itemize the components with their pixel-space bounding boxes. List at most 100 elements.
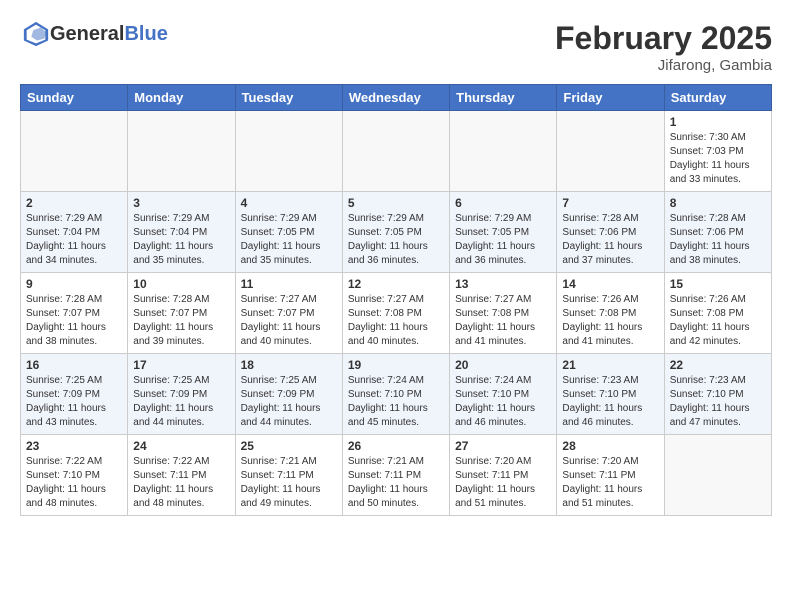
day-info: Sunrise: 7:24 AM Sunset: 7:10 PM Dayligh… [455,374,551,430]
day-number: 15 [670,277,766,291]
calendar-cell [557,111,664,192]
day-info: Sunrise: 7:28 AM Sunset: 7:06 PM Dayligh… [562,212,658,268]
day-number: 13 [455,277,551,291]
calendar-cell: 26 Sunrise: 7:21 AM Sunset: 7:11 PM Dayli… [342,435,449,516]
weekday-header-cell: Thursday [450,85,557,111]
day-info: Sunrise: 7:23 AM Sunset: 7:10 PM Dayligh… [670,374,766,430]
day-info: Sunrise: 7:29 AM Sunset: 7:05 PM Dayligh… [241,212,337,268]
calendar-week-row: 16 Sunrise: 7:25 AM Sunset: 7:09 PM Dayli… [21,354,772,435]
day-info: Sunrise: 7:20 AM Sunset: 7:11 PM Dayligh… [562,455,658,511]
calendar-cell: 24Sunrise: 7:22 AM Sunset: 7:11 PM Dayli… [128,435,235,516]
calendar-cell: 11 Sunrise: 7:27 AM Sunset: 7:07 PM Dayli… [235,273,342,354]
calendar-body: 1 Sunrise: 7:30 AM Sunset: 7:03 PM Daylig… [21,111,772,516]
day-info: Sunrise: 7:24 AM Sunset: 7:10 PM Dayligh… [348,374,444,430]
day-number: 16 [26,358,122,372]
calendar-cell: 16 Sunrise: 7:25 AM Sunset: 7:09 PM Dayli… [21,354,128,435]
day-number: 23 [26,439,122,453]
day-info: Sunrise: 7:22 AM Sunset: 7:11 PM Dayligh… [133,455,229,511]
calendar-cell: 2 Sunrise: 7:29 AM Sunset: 7:04 PM Daylig… [21,192,128,273]
calendar-cell: 8 Sunrise: 7:28 AM Sunset: 7:06 PM Daylig… [664,192,771,273]
day-number: 4 [241,196,337,210]
day-info: Sunrise: 7:21 AM Sunset: 7:11 PM Dayligh… [348,455,444,511]
day-number: 28 [562,439,658,453]
day-info: Sunrise: 7:30 AM Sunset: 7:03 PM Dayligh… [670,131,766,187]
weekday-header-row: SundayMondayTuesdayWednesdayThursdayFrid… [21,85,772,111]
calendar-cell: 6Sunrise: 7:29 AM Sunset: 7:05 PM Daylig… [450,192,557,273]
calendar-cell [235,111,342,192]
day-number: 19 [348,358,444,372]
day-info: Sunrise: 7:27 AM Sunset: 7:08 PM Dayligh… [348,293,444,349]
calendar-cell: 22 Sunrise: 7:23 AM Sunset: 7:10 PM Dayli… [664,354,771,435]
day-number: 2 [26,196,122,210]
calendar-cell: 17 Sunrise: 7:25 AM Sunset: 7:09 PM Dayli… [128,354,235,435]
calendar-week-row: 2 Sunrise: 7:29 AM Sunset: 7:04 PM Daylig… [21,192,772,273]
day-number: 20 [455,358,551,372]
calendar-cell: 14Sunrise: 7:26 AM Sunset: 7:08 PM Dayli… [557,273,664,354]
day-info: Sunrise: 7:26 AM Sunset: 7:08 PM Dayligh… [562,293,658,349]
day-info: Sunrise: 7:23 AM Sunset: 7:10 PM Dayligh… [562,374,658,430]
calendar-cell [664,435,771,516]
calendar-cell: 13 Sunrise: 7:27 AM Sunset: 7:08 PM Dayli… [450,273,557,354]
calendar-week-row: 23 Sunrise: 7:22 AM Sunset: 7:10 PM Dayli… [21,435,772,516]
day-info: Sunrise: 7:20 AM Sunset: 7:11 PM Dayligh… [455,455,551,511]
calendar-cell: 18 Sunrise: 7:25 AM Sunset: 7:09 PM Dayli… [235,354,342,435]
day-info: Sunrise: 7:25 AM Sunset: 7:09 PM Dayligh… [241,374,337,430]
day-number: 18 [241,358,337,372]
calendar-cell: 19 Sunrise: 7:24 AM Sunset: 7:10 PM Dayli… [342,354,449,435]
day-number: 26 [348,439,444,453]
day-number: 10 [133,277,229,291]
calendar-cell: 9Sunrise: 7:28 AM Sunset: 7:07 PM Daylig… [21,273,128,354]
calendar-cell: 5 Sunrise: 7:29 AM Sunset: 7:05 PM Daylig… [342,192,449,273]
day-info: Sunrise: 7:26 AM Sunset: 7:08 PM Dayligh… [670,293,766,349]
month-year-title: February 2025 [555,20,772,57]
calendar-cell [21,111,128,192]
logo-icon [22,20,50,48]
calendar-week-row: 9Sunrise: 7:28 AM Sunset: 7:07 PM Daylig… [21,273,772,354]
weekday-header-cell: Sunday [21,85,128,111]
day-number: 7 [562,196,658,210]
weekday-header-cell: Wednesday [342,85,449,111]
calendar-cell: 10 Sunrise: 7:28 AM Sunset: 7:07 PM Dayli… [128,273,235,354]
calendar-cell: 1 Sunrise: 7:30 AM Sunset: 7:03 PM Daylig… [664,111,771,192]
day-info: Sunrise: 7:29 AM Sunset: 7:04 PM Dayligh… [133,212,229,268]
day-number: 8 [670,196,766,210]
header-row: GeneralBlue February 2025 Jifarong, Gamb… [20,20,772,74]
day-number: 1 [670,115,766,129]
calendar-cell: 20 Sunrise: 7:24 AM Sunset: 7:10 PM Dayli… [450,354,557,435]
logo-general: General [50,23,124,45]
day-number: 5 [348,196,444,210]
day-info: Sunrise: 7:28 AM Sunset: 7:06 PM Dayligh… [670,212,766,268]
day-info: Sunrise: 7:28 AM Sunset: 7:07 PM Dayligh… [26,293,122,349]
calendar-week-row: 1 Sunrise: 7:30 AM Sunset: 7:03 PM Daylig… [21,111,772,192]
calendar-cell: 4 Sunrise: 7:29 AM Sunset: 7:05 PM Daylig… [235,192,342,273]
calendar-cell [342,111,449,192]
day-info: Sunrise: 7:27 AM Sunset: 7:08 PM Dayligh… [455,293,551,349]
weekday-header-cell: Saturday [664,85,771,111]
logo-blue: Blue [124,23,167,45]
day-info: Sunrise: 7:29 AM Sunset: 7:04 PM Dayligh… [26,212,122,268]
day-number: 22 [670,358,766,372]
calendar-cell: 27Sunrise: 7:20 AM Sunset: 7:11 PM Dayli… [450,435,557,516]
day-info: Sunrise: 7:22 AM Sunset: 7:10 PM Dayligh… [26,455,122,511]
day-number: 3 [133,196,229,210]
day-info: Sunrise: 7:28 AM Sunset: 7:07 PM Dayligh… [133,293,229,349]
day-info: Sunrise: 7:21 AM Sunset: 7:11 PM Dayligh… [241,455,337,511]
day-info: Sunrise: 7:25 AM Sunset: 7:09 PM Dayligh… [26,374,122,430]
calendar-cell: 21 Sunrise: 7:23 AM Sunset: 7:10 PM Dayli… [557,354,664,435]
day-info: Sunrise: 7:25 AM Sunset: 7:09 PM Dayligh… [133,374,229,430]
day-info: Sunrise: 7:27 AM Sunset: 7:07 PM Dayligh… [241,293,337,349]
day-number: 21 [562,358,658,372]
weekday-header-cell: Friday [557,85,664,111]
day-info: Sunrise: 7:29 AM Sunset: 7:05 PM Dayligh… [348,212,444,268]
day-number: 17 [133,358,229,372]
calendar-cell: 7 Sunrise: 7:28 AM Sunset: 7:06 PM Daylig… [557,192,664,273]
day-number: 25 [241,439,337,453]
logo: GeneralBlue [20,20,168,48]
calendar-cell: 28 Sunrise: 7:20 AM Sunset: 7:11 PM Dayli… [557,435,664,516]
calendar-cell: 23 Sunrise: 7:22 AM Sunset: 7:10 PM Dayli… [21,435,128,516]
title-block: February 2025 Jifarong, Gambia [555,20,772,74]
calendar-cell [128,111,235,192]
day-number: 6 [455,196,551,210]
day-number: 11 [241,277,337,291]
weekday-header-cell: Tuesday [235,85,342,111]
